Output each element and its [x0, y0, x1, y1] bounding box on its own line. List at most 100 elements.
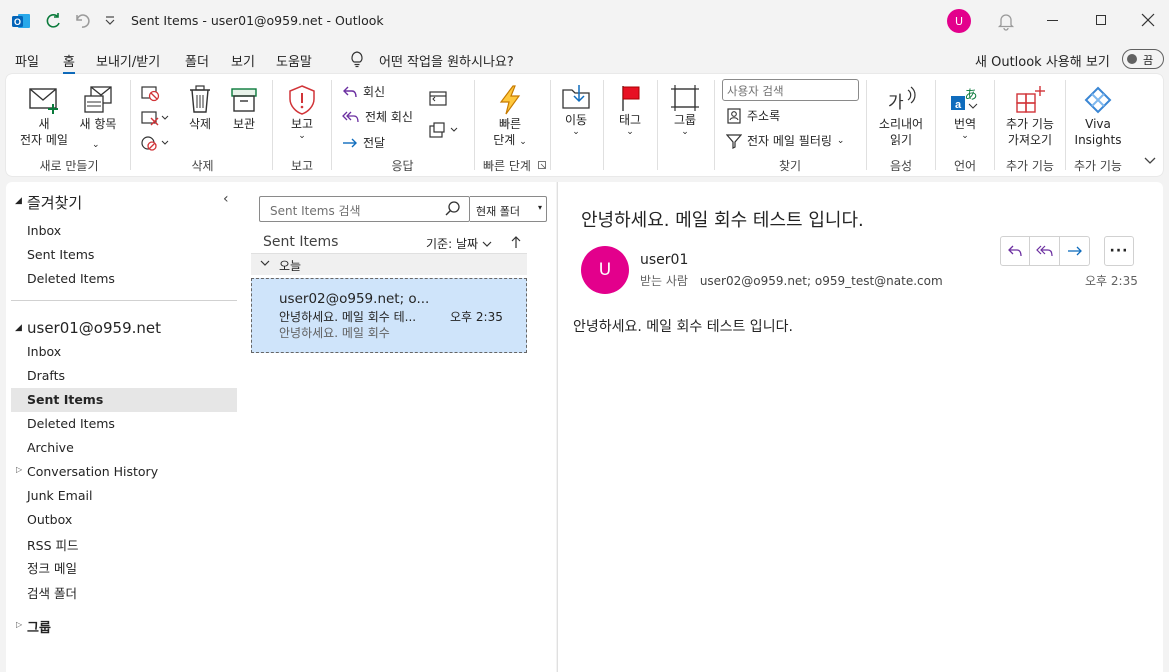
favorite-sent-items[interactable]: Sent Items — [27, 247, 94, 262]
viva-label-2: Insights — [1074, 133, 1122, 147]
search-scope-dropdown[interactable]: 현재 폴더 ▾ — [470, 196, 547, 222]
get-addins-button[interactable]: 추가 기능 가져오기 — [1000, 84, 1060, 148]
folder-drafts[interactable]: Drafts — [27, 368, 65, 383]
ribbon-separator — [130, 80, 131, 170]
groups-button[interactable]: 그룹 ⌄ — [666, 84, 704, 137]
junk-icon[interactable] — [140, 134, 170, 152]
cleanup-icon[interactable] — [140, 109, 170, 127]
recipient-list[interactable]: user02@o959.net; o959_test@nate.com — [700, 274, 943, 288]
folder-conversation-history[interactable]: Conversation History — [27, 464, 158, 479]
expand-triangle-icon[interactable]: ▷ — [16, 620, 22, 629]
sender-name[interactable]: user01 — [640, 252, 688, 268]
svg-text:O: O — [14, 17, 21, 27]
ribbon-expand-chevron-icon[interactable] — [1144, 156, 1156, 166]
new-outlook-toggle[interactable]: 끔 — [1122, 49, 1164, 69]
folder-pane: ◢ 즐겨찾기 ‹ Inbox Sent Items Deleted Items … — [6, 182, 241, 672]
new-items-button[interactable]: 새 항목 ⌄ — [74, 84, 122, 150]
chevron-down-icon: ⌄ — [298, 131, 306, 141]
reading-pane: 안녕하세요. 메일 회수 테스트 입니다. U user01 받는 사람 use… — [557, 182, 1163, 672]
folder-junk-email[interactable]: Junk Email — [27, 488, 92, 503]
meeting-reply-icon[interactable] — [428, 89, 448, 107]
sender-avatar[interactable]: U — [581, 246, 629, 294]
menu-file[interactable]: 파일 — [15, 51, 39, 70]
new-email-button[interactable]: 새 전자 메일 — [14, 84, 74, 148]
read-aloud-label-1: 소리내어 — [878, 117, 924, 131]
maximize-button[interactable] — [1096, 15, 1106, 25]
collapse-pane-icon[interactable]: ‹ — [223, 191, 229, 207]
more-actions-button[interactable]: ··· — [1104, 236, 1134, 266]
sort-dropdown[interactable]: 기준: 날짜 — [426, 235, 492, 252]
bell-icon[interactable] — [996, 11, 1016, 31]
ignore-icon[interactable] — [140, 84, 160, 102]
account-header[interactable]: user01@o959.net — [27, 319, 161, 337]
undo-icon[interactable] — [73, 12, 91, 30]
folder-sent-items[interactable]: Sent Items — [11, 388, 237, 412]
menu-home[interactable]: 홈 — [63, 51, 75, 74]
collapse-triangle-icon[interactable]: ◢ — [15, 323, 22, 333]
folder-search-folders[interactable]: 검색 폴더 — [27, 583, 77, 602]
folder-junk-mail[interactable]: 정크 메일 — [27, 558, 77, 577]
translate-button[interactable]: aあ 번역 ⌄ — [942, 84, 988, 141]
quick-steps-button[interactable]: 빠른 단계 ⌄ — [484, 84, 536, 150]
filter-email-button[interactable]: 전자 메일 필터링 ⌄ — [726, 132, 844, 149]
reply-button[interactable]: 회신 — [342, 83, 385, 100]
archive-button[interactable]: 보관 — [227, 84, 261, 132]
message-time: 오후 2:35 — [450, 310, 503, 324]
more-respond-icon[interactable] — [428, 121, 460, 139]
folder-rss-feeds[interactable]: RSS 피드 — [27, 535, 79, 554]
mail-search-input[interactable]: Sent Items 검색 — [259, 196, 470, 222]
reply-all-label: 전체 회신 — [365, 110, 413, 124]
report-button[interactable]: 보고 ⌄ — [282, 84, 322, 141]
read-aloud-button[interactable]: 가 소리내어 읽기 — [872, 84, 930, 148]
people-search-input[interactable]: 사용자 검색 — [722, 79, 859, 101]
collapse-triangle-icon[interactable]: ◢ — [15, 196, 22, 206]
customize-qat-icon[interactable] — [104, 15, 116, 27]
archive-icon — [229, 84, 259, 116]
folder-deleted-items[interactable]: Deleted Items — [27, 416, 115, 431]
chevron-down-icon — [260, 259, 270, 267]
sync-icon[interactable] — [43, 11, 63, 31]
ribbon-separator — [866, 80, 867, 170]
forward-button[interactable]: 전달 — [342, 134, 385, 151]
user-avatar[interactable]: U — [947, 9, 971, 33]
dialog-launcher-icon[interactable] — [538, 161, 546, 169]
favorite-deleted-items[interactable]: Deleted Items — [27, 271, 115, 286]
minimize-button[interactable] — [1047, 20, 1058, 21]
menu-folder[interactable]: 폴더 — [185, 51, 209, 70]
forward-button[interactable] — [1060, 236, 1090, 266]
move-label: 이동 — [564, 113, 588, 127]
groups-header[interactable]: 그룹 — [27, 617, 51, 636]
delete-button[interactable]: 삭제 — [183, 84, 217, 132]
reply-all-button[interactable]: 전체 회신 — [342, 108, 413, 125]
folder-inbox[interactable]: Inbox — [27, 344, 61, 359]
reply-all-button[interactable] — [1030, 236, 1060, 266]
window-title: Sent Items - user01@o959.net - Outlook — [131, 13, 384, 28]
address-book-button[interactable]: 주소록 — [726, 107, 780, 124]
tell-me-search[interactable]: 어떤 작업을 원하시나요? — [379, 51, 514, 70]
expand-triangle-icon[interactable]: ▷ — [16, 465, 22, 474]
folder-archive[interactable]: Archive — [27, 440, 74, 455]
group-report-label: 보고 — [290, 159, 314, 173]
new-email-label-2: 전자 메일 — [20, 133, 68, 147]
menu-help[interactable]: 도움말 — [276, 51, 312, 70]
recipient-line: 받는 사람 user02@o959.net; o959_test@nate.co… — [640, 272, 943, 289]
quick-steps-label-1: 빠른 — [498, 117, 522, 131]
folder-outbox[interactable]: Outbox — [27, 512, 72, 527]
menu-view[interactable]: 보기 — [231, 51, 255, 70]
sort-direction-icon[interactable] — [511, 235, 521, 249]
search-icon[interactable] — [445, 201, 461, 217]
viva-insights-button[interactable]: Viva Insights — [1070, 84, 1126, 148]
group-new-label: 새로 만들기 — [39, 159, 99, 173]
close-button[interactable] — [1141, 13, 1155, 27]
tags-button[interactable]: 태그 ⌄ — [612, 84, 648, 137]
message-list-item[interactable]: user02@o959.net; o... 안녕하세요. 메일 회수 테... … — [251, 278, 527, 353]
favorites-header[interactable]: 즐겨찾기 — [27, 192, 82, 213]
move-button[interactable]: 이동 ⌄ — [558, 84, 594, 137]
favorite-inbox[interactable]: Inbox — [27, 223, 61, 238]
group-quick-steps-label: 빠른 단계 — [483, 159, 531, 173]
svg-text:あ: あ — [964, 88, 977, 103]
reply-button[interactable] — [1000, 236, 1030, 266]
date-group-header[interactable]: 오늘 — [251, 253, 527, 275]
menu-send-receive[interactable]: 보내기/받기 — [96, 51, 160, 70]
message-recipients: user02@o959.net; o... — [279, 291, 430, 307]
